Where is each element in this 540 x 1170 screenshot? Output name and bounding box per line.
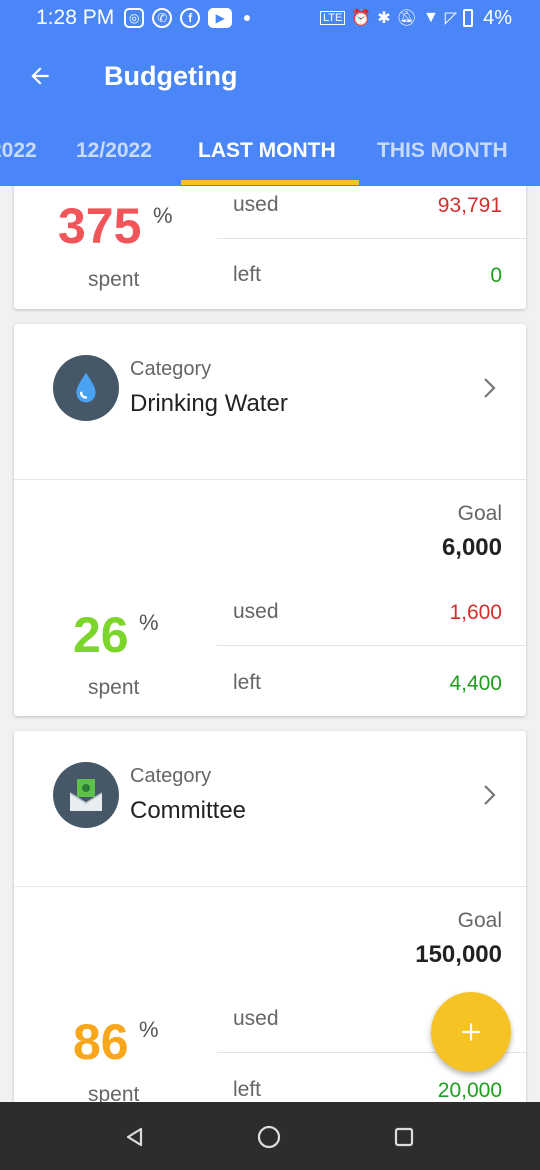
spent-label: spent	[88, 1083, 140, 1102]
youtube-icon: ▶	[208, 8, 233, 28]
category-caption: Category	[130, 765, 212, 787]
spent-label: spent	[88, 268, 140, 291]
left-label: left	[233, 263, 262, 286]
money-envelope-icon	[53, 762, 119, 828]
tab-indicator	[181, 180, 359, 185]
left-value: 20,000	[437, 1079, 502, 1102]
goal-value: 150,000	[415, 941, 502, 968]
water-drop-icon	[53, 355, 119, 421]
app-bar: Budgeting	[0, 36, 540, 116]
category-name: Drinking Water	[130, 390, 288, 417]
left-value: 0	[490, 264, 502, 287]
budget-list[interactable]: 375 % spent used 93,791 left 0 Category …	[0, 186, 540, 1102]
plus-icon	[462, 1023, 480, 1041]
alarm-icon: ⏰	[351, 10, 372, 27]
budget-card[interactable]: 375 % spent used 93,791 left 0	[14, 186, 526, 309]
square-recents-icon	[394, 1127, 414, 1147]
percent-sign: %	[139, 610, 159, 635]
percent-sign: %	[153, 203, 173, 228]
circle-home-icon	[257, 1125, 281, 1149]
nav-home-button[interactable]	[254, 1122, 284, 1152]
nav-recents-button[interactable]	[389, 1122, 419, 1152]
row-divider	[217, 645, 526, 646]
chevron-right-icon	[484, 378, 496, 398]
goal-value: 6,000	[441, 534, 502, 561]
chevron-right-icon	[484, 785, 496, 805]
tab-year[interactable]: 2022	[0, 116, 37, 186]
system-icons: LTE ⏰ ✱ 🔕︎ ▼ ◸ 4%	[319, 6, 512, 30]
used-label: used	[233, 1007, 279, 1030]
percent-sign: %	[139, 1017, 159, 1042]
instagram-icon: ◎	[124, 8, 145, 28]
back-button[interactable]	[0, 36, 80, 116]
used-label: used	[233, 600, 279, 623]
category-name: Committee	[130, 797, 247, 824]
battery-icon	[463, 9, 474, 27]
tab-december[interactable]: 12/2022	[76, 116, 152, 186]
category-header[interactable]: Category Committee	[14, 731, 526, 887]
category-header[interactable]: Category Drinking Water	[14, 324, 526, 480]
tab-last-month[interactable]: LAST MONTH	[198, 116, 336, 186]
goal-label: Goal	[457, 502, 502, 525]
used-label: used	[233, 193, 279, 216]
facebook-icon: f	[180, 8, 201, 28]
nav-back-button[interactable]	[120, 1122, 150, 1152]
tab-this-month[interactable]: THIS MONTH	[377, 116, 508, 186]
mute-icon: 🔕︎	[396, 10, 417, 27]
whatsapp-icon: ✆	[152, 8, 173, 28]
page-title: Budgeting	[104, 60, 238, 91]
left-label: left	[233, 1078, 262, 1101]
spent-label: spent	[88, 676, 140, 699]
left-value: 4,400	[449, 672, 502, 695]
status-bar: 1:28 PM ◎ ✆ f ▶ LTE ⏰ ✱ 🔕︎ ▼ ◸ 4%	[0, 0, 540, 36]
arrow-back-icon	[31, 67, 49, 85]
period-tabs: 2022 12/2022 LAST MONTH THIS MONTH	[0, 116, 540, 186]
left-label: left	[233, 671, 262, 694]
triangle-back-icon	[126, 1127, 143, 1147]
wifi-icon: ▼	[422, 9, 439, 26]
percent-value: 375	[58, 198, 142, 254]
category-caption: Category	[130, 358, 212, 380]
lte-icon: LTE	[319, 11, 346, 25]
budget-card[interactable]: Category Drinking Water Goal 6,000 26 % …	[14, 324, 526, 716]
notification-icons: ◎ ✆ f ▶	[124, 8, 251, 28]
percent-value: 26	[73, 607, 129, 663]
add-budget-button[interactable]	[431, 992, 511, 1072]
percent-value: 86	[73, 1014, 129, 1070]
bluetooth-icon: ✱	[377, 10, 391, 27]
more-notifications-dot	[244, 15, 251, 21]
used-value: 93,791	[437, 194, 502, 217]
goal-label: Goal	[457, 909, 502, 932]
row-divider	[217, 238, 526, 239]
battery-percent: 4%	[483, 6, 512, 29]
no-signal-icon: ◸	[444, 10, 458, 27]
system-nav-bar	[0, 1102, 540, 1170]
used-value: 1,600	[449, 601, 502, 624]
status-time: 1:28 PM	[36, 6, 115, 29]
